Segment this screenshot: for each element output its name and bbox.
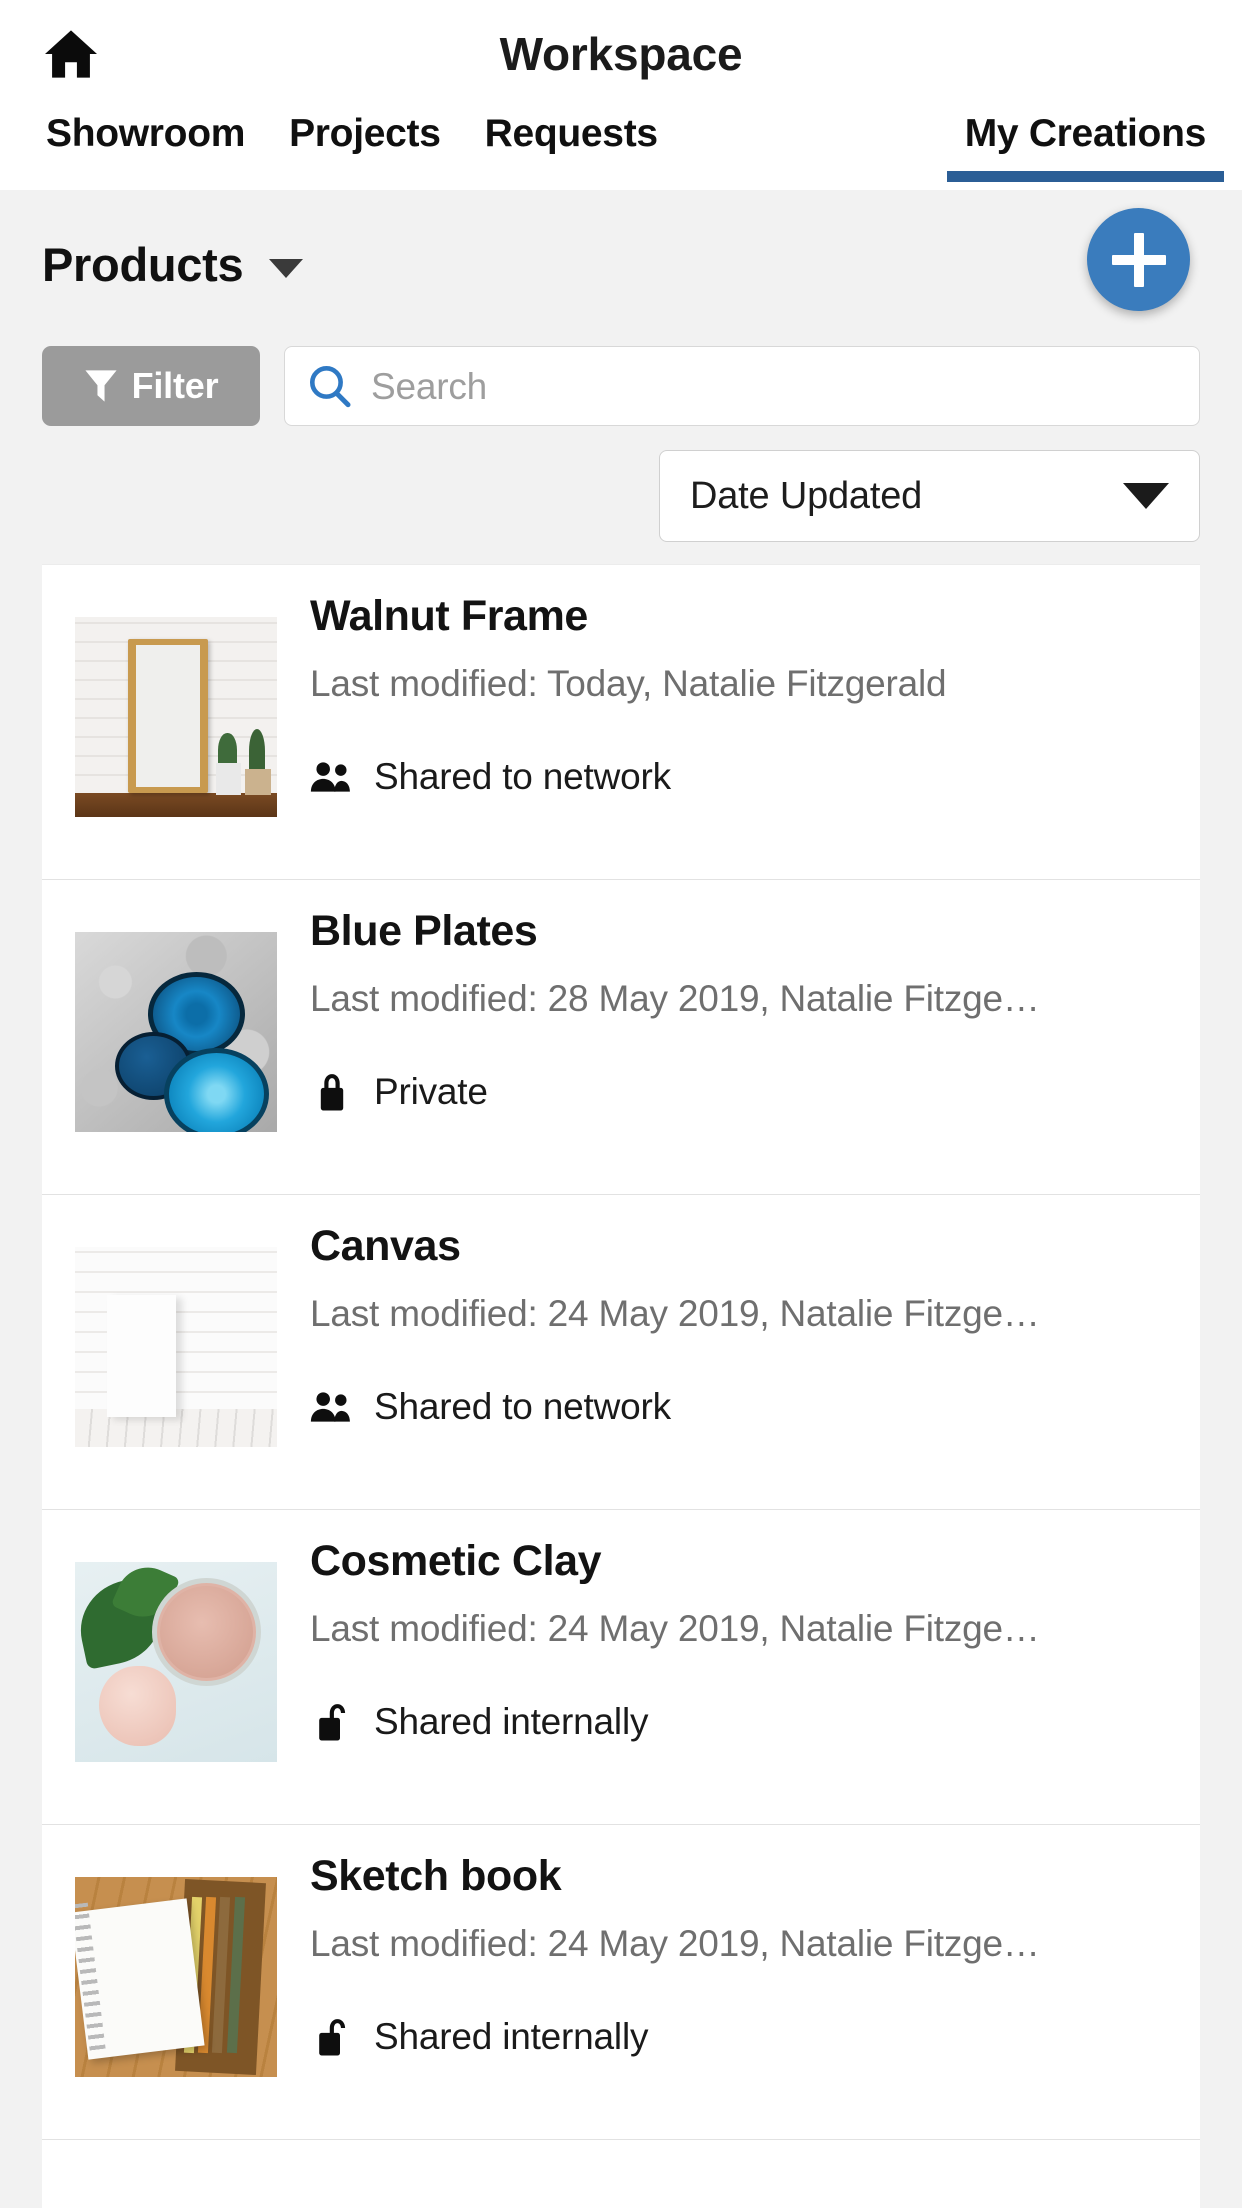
list-item-subtitle: Last modified: 28 May 2019, Natalie Fitz…	[310, 979, 1040, 1019]
chevron-down-icon	[269, 258, 304, 278]
chevron-down-icon	[1123, 483, 1169, 509]
lock-open-icon	[310, 2015, 354, 2059]
list-item-thumbnail	[42, 591, 310, 817]
list-item-status-label: Private	[374, 1071, 488, 1113]
filter-search-row: Filter Search	[0, 338, 1242, 434]
sort-dropdown[interactable]: Date Updated	[659, 450, 1200, 542]
list-item-thumbnail	[42, 1851, 310, 2077]
list-item-status: Shared internally	[310, 2015, 1168, 2059]
list-item-thumbnail	[42, 1221, 310, 1447]
tab-projects[interactable]: Projects	[267, 108, 463, 190]
list-item[interactable]: Blue Plates Last modified: 28 May 2019, …	[42, 880, 1200, 1195]
list-item-status-label: Shared to network	[374, 1386, 671, 1428]
cosmetic-clay-thumbnail	[75, 1562, 277, 1762]
tab-my-creations[interactable]: My Creations	[943, 108, 1224, 190]
filter-button-label: Filter	[131, 365, 219, 406]
list-item[interactable]: Sketch book Last modified: 24 May 2019, …	[42, 1825, 1200, 2140]
list-item-subtitle: Last modified: Today, Natalie Fitzgerald	[310, 664, 947, 704]
tab-showroom[interactable]: Showroom	[24, 108, 267, 190]
list-item-subtitle: Last modified: 24 May 2019, Natalie Fitz…	[310, 1924, 1040, 1964]
sketch-book-thumbnail	[75, 1877, 277, 2077]
tab-label: Requests	[484, 112, 658, 155]
home-icon	[42, 28, 100, 80]
home-button[interactable]	[40, 26, 102, 82]
list-item[interactable]: Cosmetic Clay Last modified: 24 May 2019…	[42, 1510, 1200, 1825]
list-item-status: Shared internally	[310, 1700, 1168, 1744]
category-selector[interactable]: Products	[42, 237, 304, 291]
list-item-status: Shared to network	[310, 755, 1168, 799]
list-item-title: Canvas	[310, 1222, 461, 1270]
list-item-body: Blue Plates Last modified: 28 May 2019, …	[310, 906, 1200, 1114]
list-item-status: Private	[310, 1070, 1168, 1114]
list-item-subtitle: Last modified: 24 May 2019, Natalie Fitz…	[310, 1294, 1040, 1334]
people-icon	[310, 1385, 354, 1429]
plus-icon-vertical	[1133, 232, 1144, 287]
filter-button[interactable]: Filter	[42, 346, 260, 426]
top-app-bar: Workspace	[0, 0, 1242, 108]
search-icon	[307, 363, 353, 409]
page-title: Workspace	[499, 28, 743, 80]
list-item-title: Cosmetic Clay	[310, 1537, 602, 1585]
tab-label: My Creations	[964, 112, 1207, 155]
tab-label: Showroom	[46, 112, 246, 155]
list-item-body: Sketch book Last modified: 24 May 2019, …	[310, 1851, 1200, 2059]
list-item-body: Walnut Frame Last modified: Today, Natal…	[310, 591, 1200, 799]
add-button[interactable]	[1087, 208, 1190, 311]
list-item-subtitle: Last modified: 24 May 2019, Natalie Fitz…	[310, 1609, 1040, 1649]
list-item-status: Shared to network	[310, 1385, 1168, 1429]
blue-plates-thumbnail	[75, 932, 277, 1132]
list-item-title: Blue Plates	[310, 907, 538, 955]
canvas-thumbnail	[75, 1247, 277, 1447]
tab-bar: Showroom Projects Requests My Creations	[0, 108, 1242, 190]
tab-requests[interactable]: Requests	[463, 108, 680, 190]
walnut-frame-thumbnail	[75, 617, 277, 817]
tab-label: Projects	[289, 112, 441, 155]
lock-closed-icon	[310, 1070, 354, 1114]
list-item-body: Cosmetic Clay Last modified: 24 May 2019…	[310, 1536, 1200, 1744]
app-root: Workspace Showroom Projects Requests My …	[0, 0, 1242, 2208]
list-item-status-label: Shared internally	[374, 1701, 649, 1743]
section-header: Products	[0, 190, 1242, 338]
list-item-body: Canvas Last modified: 24 May 2019, Natal…	[310, 1221, 1200, 1429]
list-item-title: Sketch book	[310, 1852, 562, 1900]
content-area: Products Filter Search Date Updated Waln…	[0, 190, 1242, 2208]
category-title: Products	[42, 237, 244, 291]
people-icon	[310, 755, 354, 799]
list-item-status-label: Shared to network	[374, 756, 671, 798]
list-item[interactable]: Canvas Last modified: 24 May 2019, Natal…	[42, 1195, 1200, 1510]
filter-funnel-icon	[84, 367, 118, 405]
sort-row: Date Updated	[0, 434, 1242, 564]
tab-active-indicator	[946, 171, 1224, 182]
list-item-title: Walnut Frame	[310, 592, 588, 640]
search-placeholder: Search	[371, 365, 488, 407]
list-item-thumbnail	[42, 906, 310, 1132]
list-item-thumbnail	[42, 1536, 310, 1762]
search-input[interactable]: Search	[284, 346, 1200, 426]
product-list: Walnut Frame Last modified: Today, Natal…	[42, 564, 1200, 2208]
sort-selected-value: Date Updated	[690, 475, 923, 517]
lock-open-icon	[310, 1700, 354, 1744]
list-item[interactable]: Walnut Frame Last modified: Today, Natal…	[42, 565, 1200, 880]
list-item-status-label: Shared internally	[374, 2016, 649, 2058]
